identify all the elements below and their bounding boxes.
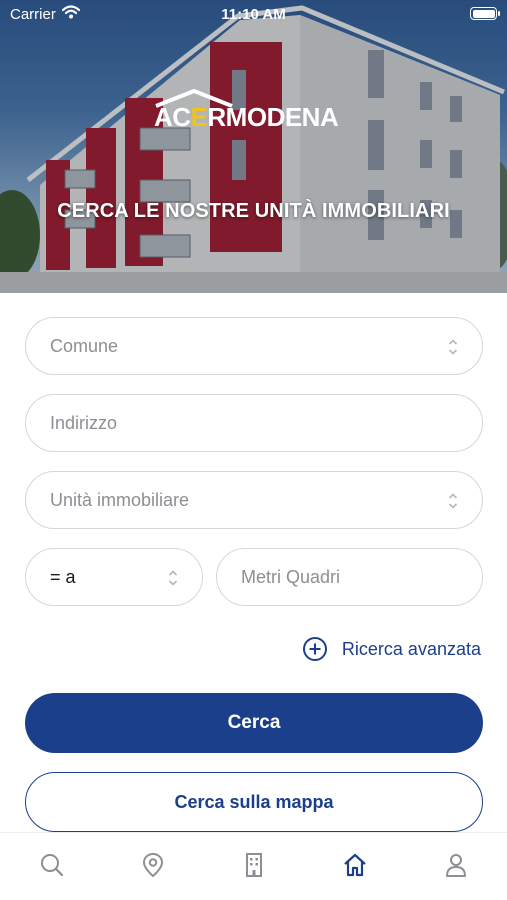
comune-select[interactable]: Comune [25, 317, 483, 375]
advanced-search-label: Ricerca avanzata [341, 638, 481, 659]
metri-placeholder: Metri Quadri [241, 566, 341, 587]
comune-placeholder: Comune [50, 335, 119, 356]
clock: 11:10 AM [221, 6, 286, 23]
tab-bar [0, 832, 507, 900]
unita-placeholder: Unità immobiliare [50, 489, 190, 510]
indirizzo-input[interactable]: Indirizzo [25, 394, 483, 452]
battery-icon [470, 7, 500, 20]
search-map-button-label: Cerca sulla mappa [174, 791, 334, 812]
updown-chevron-icon [168, 570, 178, 586]
home-icon[interactable] [341, 851, 369, 879]
building-icon[interactable] [240, 851, 268, 879]
acer-modena-logo: ACERMODENA [154, 88, 364, 134]
plus-circle-icon [302, 637, 327, 661]
status-bar: Carrier 11:10 AM [0, 0, 507, 28]
hero-title: CERCA LE NOSTRE UNITÀ IMMOBILIARI [57, 200, 450, 222]
search-button[interactable]: Cerca [25, 693, 483, 753]
advanced-search-link[interactable]: Ricerca avanzata [302, 636, 481, 662]
search-icon[interactable] [38, 851, 66, 879]
updown-chevron-icon [448, 339, 458, 355]
metri-quadri-input[interactable]: Metri Quadri [216, 548, 483, 606]
map-pin-icon[interactable] [139, 851, 167, 879]
unita-immobiliare-select[interactable]: Unità immobiliare [25, 471, 483, 529]
updown-chevron-icon [448, 493, 458, 509]
search-button-label: Cerca [227, 712, 281, 733]
search-map-button[interactable]: Cerca sulla mappa [25, 772, 483, 832]
user-icon[interactable] [442, 851, 470, 879]
logo-wordmark: ACERMODENA [154, 102, 339, 132]
indirizzo-placeholder: Indirizzo [50, 412, 118, 433]
operator-select[interactable]: = a [25, 548, 203, 606]
operator-value: = a [50, 566, 76, 587]
hero-banner [0, 0, 507, 293]
